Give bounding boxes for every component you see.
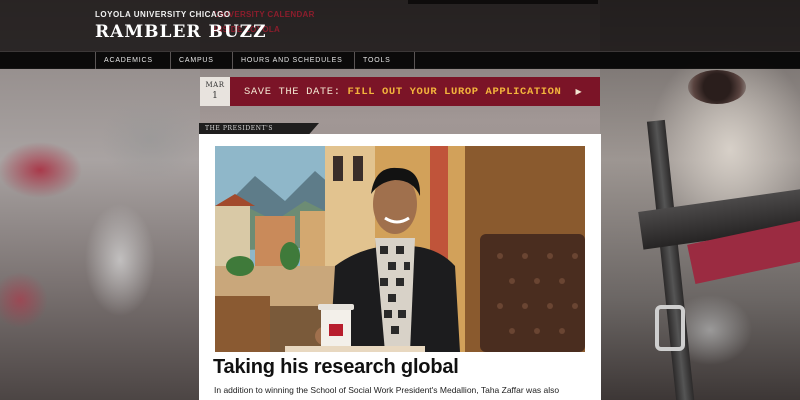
article-excerpt: In addition to winning the School of Soc… — [214, 385, 560, 395]
announcement-text[interactable]: SAVE THE DATE: FILL OUT YOUR LUROP APPLI… — [244, 86, 561, 98]
university-name[interactable]: LOYOLA UNIVERSITY CHICAGO — [95, 10, 231, 19]
article-card: Taking his research global In addition t… — [199, 134, 601, 400]
horse-eye — [688, 70, 746, 104]
announcement-banner[interactable]: SAVE THE DATE: FILL OUT YOUR LUROP APPLI… — [230, 77, 600, 106]
article-photo[interactable] — [215, 146, 585, 352]
date-box: MAR 1 — [200, 77, 230, 106]
top-bar-accent — [408, 0, 598, 4]
nav-item-academics[interactable]: ACADEMICS — [95, 52, 170, 69]
announcement-highlight[interactable]: FILL OUT YOUR LUROP APPLICATION — [348, 86, 562, 98]
date-day: 1 — [212, 91, 218, 101]
site-title[interactable]: RAMBLER BUZZ — [95, 22, 266, 42]
site-header: UNIVERSITY CALENDAR INSIDE LOYOLA LOYOLA… — [0, 0, 800, 69]
article-headline[interactable]: Taking his research global — [213, 356, 459, 379]
nav-item-tools[interactable]: TOOLS — [354, 52, 414, 69]
article-photo-illustration — [215, 146, 585, 352]
nav-item-hours-and-schedules[interactable]: HOURS AND SCHEDULES — [232, 52, 354, 69]
article-category-tag[interactable]: THE PRESIDENT'S MEDALLION — [199, 123, 319, 134]
chevron-right-icon[interactable]: ▶ — [575, 87, 581, 96]
announcement-prefix: SAVE THE DATE: — [244, 85, 341, 98]
nav-item-campus[interactable]: CAMPUS — [170, 52, 232, 69]
bridle-buckle — [655, 305, 685, 351]
main-nav: ACADEMICS CAMPUS HOURS AND SCHEDULES TOO… — [0, 51, 800, 69]
date-month: MAR — [205, 81, 225, 89]
nav-divider — [414, 52, 423, 69]
